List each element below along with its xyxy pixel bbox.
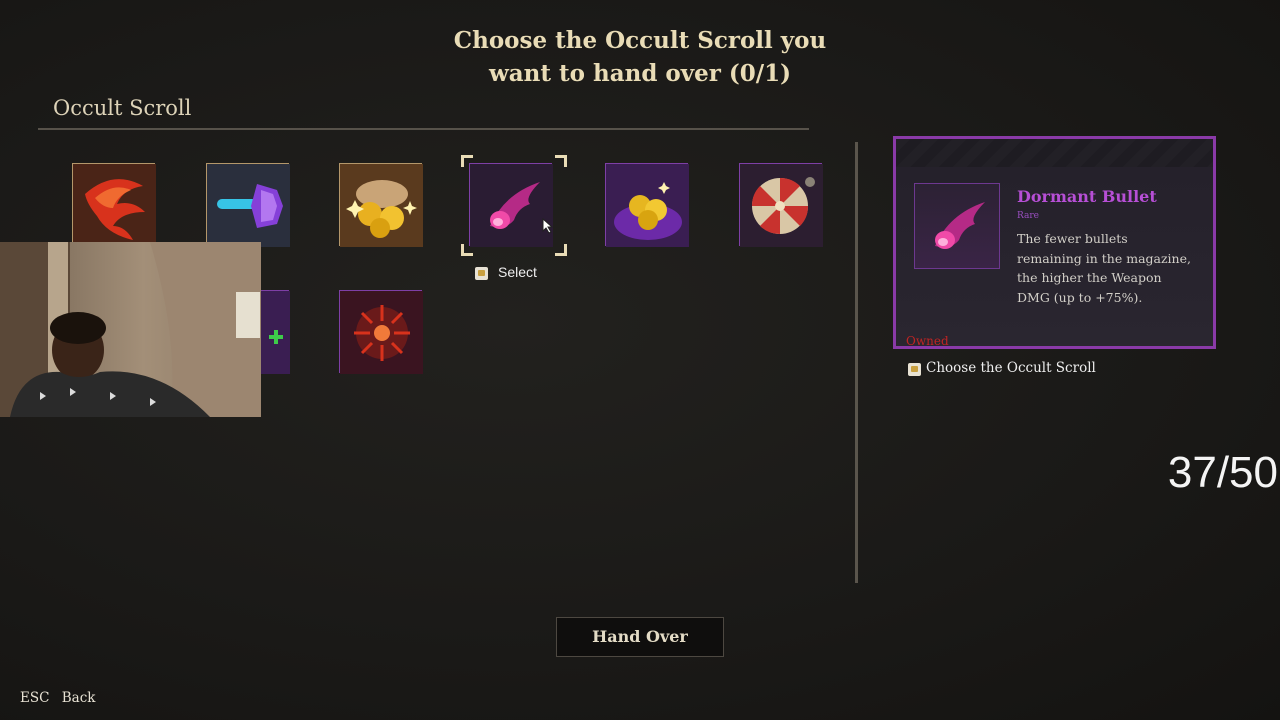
- red-burst-icon: [340, 291, 423, 374]
- scroll-slot-8[interactable]: [339, 290, 423, 374]
- coin-stack-icon: [606, 164, 689, 247]
- scrollbar[interactable]: [855, 142, 858, 583]
- page-title: Choose the Occult Scroll you want to han…: [440, 24, 840, 90]
- dormant-bullet-icon: [935, 202, 985, 249]
- selection-frame: [461, 155, 567, 256]
- detail-card: Dormant Bullet Rare The fewer bullets re…: [893, 136, 1216, 349]
- title-line-1: Choose the Occult Scroll you: [453, 27, 827, 54]
- back-action[interactable]: ESC Back: [20, 690, 95, 706]
- interact-key-icon: [475, 267, 488, 280]
- interact-key-icon: [908, 363, 921, 376]
- flame-claw-icon: [73, 164, 156, 247]
- detail-item-name: Dormant Bullet: [1017, 187, 1157, 206]
- selection-corner: [461, 244, 473, 256]
- detail-item-image: [914, 183, 1000, 269]
- mouse-cursor-icon: [542, 218, 554, 234]
- choose-scroll-prompt[interactable]: Choose the Occult Scroll: [926, 360, 1096, 376]
- webcam-overlay: [0, 242, 261, 417]
- scroll-slot-6[interactable]: [739, 163, 823, 247]
- wheel-icon: [740, 164, 823, 247]
- selection-corner: [555, 155, 567, 167]
- scroll-slot-1[interactable]: [72, 163, 156, 247]
- esc-key-label: ESC: [20, 690, 50, 706]
- stream-counter: 37/50: [1167, 448, 1278, 497]
- scroll-slot-3[interactable]: [339, 163, 423, 247]
- webcam-feed: [0, 242, 261, 417]
- owned-status: Owned: [906, 334, 949, 348]
- section-divider: [38, 128, 809, 130]
- detail-card-header-pattern: [896, 139, 1213, 167]
- selection-corner: [555, 244, 567, 256]
- back-label: Back: [61, 690, 96, 706]
- title-line-2: want to hand over (0/1): [488, 60, 792, 87]
- select-prompt[interactable]: Select: [498, 264, 537, 280]
- scroll-slot-2[interactable]: [206, 163, 290, 247]
- selection-corner: [461, 155, 473, 167]
- crystal-bullet-icon: [207, 164, 290, 247]
- scroll-slot-5[interactable]: [605, 163, 689, 247]
- detail-item-description: The fewer bullets remaining in the magaz…: [1017, 231, 1191, 305]
- gold-coins-icon: [340, 164, 423, 247]
- detail-item-rarity: Rare: [1017, 211, 1039, 221]
- section-label: Occult Scroll: [53, 96, 192, 120]
- hand-over-button[interactable]: Hand Over: [556, 617, 724, 657]
